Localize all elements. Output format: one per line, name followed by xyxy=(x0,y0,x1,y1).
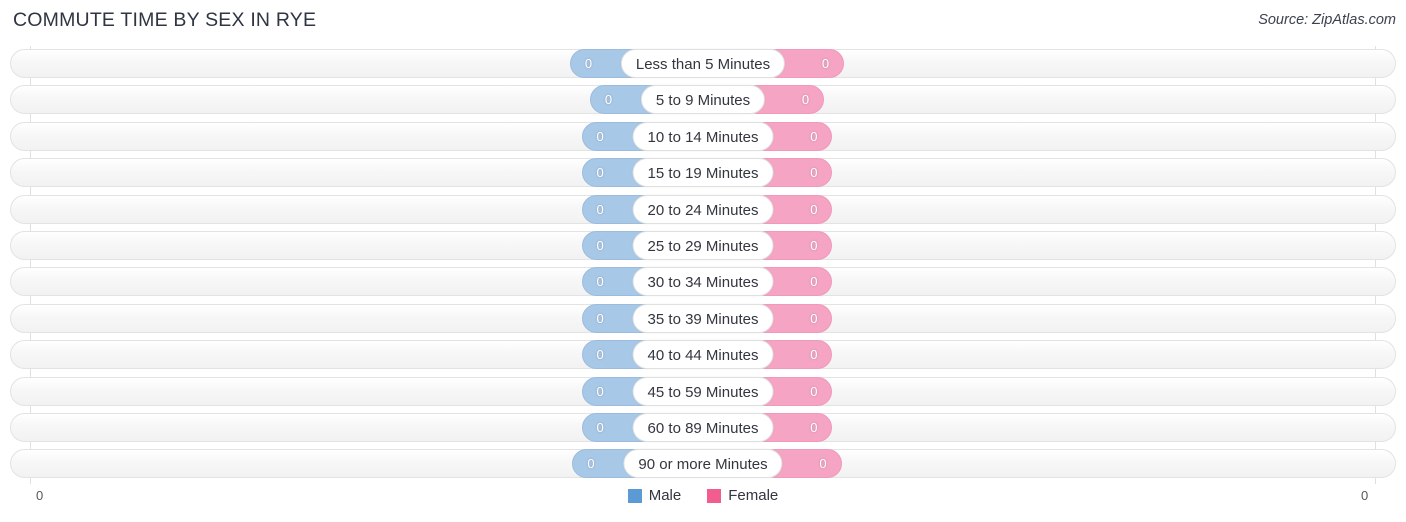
legend-swatch-female-icon xyxy=(707,488,722,503)
bar-row: 25 to 29 Minutes 0 0 xyxy=(0,228,1406,264)
row-content: 25 to 29 Minutes 0 0 xyxy=(0,230,1406,260)
row-content: Less than 5 Minutes 0 0 xyxy=(0,49,1406,78)
row-content: 15 to 19 Minutes 0 0 xyxy=(0,158,1406,188)
chart-footer: 0 0 Male Female xyxy=(0,484,1406,522)
row-label: 20 to 24 Minutes xyxy=(632,194,774,224)
bar-row: 15 to 19 Minutes 0 0 xyxy=(0,155,1406,191)
row-content: 45 to 59 Minutes 0 0 xyxy=(0,376,1406,406)
bar-value-male: 0 xyxy=(596,419,604,435)
chart-legend: Male Female xyxy=(0,487,1406,504)
bar-value-female: 0 xyxy=(819,456,827,472)
bar-rows-container: Less than 5 Minutes 0 0 5 to 9 Minutes 0 0 10 … xyxy=(0,46,1406,483)
row-label: 35 to 39 Minutes xyxy=(632,303,774,333)
legend-label-female: Female xyxy=(728,487,779,504)
row-label: 45 to 59 Minutes xyxy=(632,376,774,406)
page-title: COMMUTE TIME BY SEX IN RYE xyxy=(13,9,317,31)
bar-value-male: 0 xyxy=(596,347,604,363)
bar-value-female: 0 xyxy=(801,92,810,108)
bar-value-male: 0 xyxy=(584,56,593,71)
row-label: Less than 5 Minutes xyxy=(620,49,786,78)
bar-value-male: 0 xyxy=(596,165,604,181)
bar-row: 40 to 44 Minutes 0 0 xyxy=(0,337,1406,373)
row-content: 30 to 34 Minutes 0 0 xyxy=(0,267,1406,297)
row-content: 5 to 9 Minutes 0 0 xyxy=(0,85,1406,115)
bar-value-female: 0 xyxy=(821,56,830,71)
row-label: 40 to 44 Minutes xyxy=(632,340,774,370)
bar-value-female: 0 xyxy=(810,237,818,253)
legend-item-male[interactable]: Male xyxy=(627,487,682,504)
bar-row: Less than 5 Minutes 0 0 xyxy=(0,46,1406,82)
row-content: 10 to 14 Minutes 0 0 xyxy=(0,121,1406,151)
bar-value-female: 0 xyxy=(810,165,818,181)
bar-value-female: 0 xyxy=(810,383,818,399)
bar-row: 35 to 39 Minutes 0 0 xyxy=(0,301,1406,337)
bar-row: 20 to 24 Minutes 0 0 xyxy=(0,192,1406,228)
row-label: 10 to 14 Minutes xyxy=(632,121,774,151)
row-content: 40 to 44 Minutes 0 0 xyxy=(0,340,1406,370)
row-content: 90 or more Minutes 0 0 xyxy=(0,449,1406,479)
legend-item-female[interactable]: Female xyxy=(707,487,778,504)
bar-value-female: 0 xyxy=(810,274,818,290)
bar-value-female: 0 xyxy=(810,419,818,435)
legend-swatch-male-icon xyxy=(627,488,642,503)
chart-plot-area: Less than 5 Minutes 0 0 5 to 9 Minutes 0 0 10 … xyxy=(0,46,1406,486)
bar-value-male: 0 xyxy=(596,201,604,217)
legend-label-male: Male xyxy=(648,487,682,504)
row-label: 5 to 9 Minutes xyxy=(640,85,766,115)
row-content: 20 to 24 Minutes 0 0 xyxy=(0,194,1406,224)
bar-value-male: 0 xyxy=(596,128,604,144)
row-label: 30 to 34 Minutes xyxy=(632,267,774,297)
bar-value-female: 0 xyxy=(810,310,818,326)
bar-row: 5 to 9 Minutes 0 0 xyxy=(0,82,1406,118)
row-label: 60 to 89 Minutes xyxy=(632,412,774,442)
bar-value-male: 0 xyxy=(596,274,604,290)
bar-value-male: 0 xyxy=(596,383,604,399)
row-label: 25 to 29 Minutes xyxy=(632,230,774,260)
row-content: 35 to 39 Minutes 0 0 xyxy=(0,303,1406,333)
bar-value-female: 0 xyxy=(810,128,818,144)
bar-value-female: 0 xyxy=(810,201,818,217)
bar-row: 45 to 59 Minutes 0 0 xyxy=(0,374,1406,410)
bar-row: 60 to 89 Minutes 0 0 xyxy=(0,410,1406,446)
bar-row: 30 to 34 Minutes 0 0 xyxy=(0,264,1406,300)
row-label: 15 to 19 Minutes xyxy=(632,158,774,188)
bar-value-male: 0 xyxy=(604,92,613,108)
row-content: 60 to 89 Minutes 0 0 xyxy=(0,412,1406,442)
bar-value-male: 0 xyxy=(596,237,604,253)
bar-value-male: 0 xyxy=(596,310,604,326)
source-label: Source: ZipAtlas.com xyxy=(1258,12,1396,28)
bar-row: 90 or more Minutes 0 0 xyxy=(0,446,1406,482)
bar-row: 10 to 14 Minutes 0 0 xyxy=(0,119,1406,155)
bar-value-female: 0 xyxy=(810,347,818,363)
bar-value-male: 0 xyxy=(587,456,595,472)
chart-header: COMMUTE TIME BY SEX IN RYE Source: ZipAt… xyxy=(0,0,1406,42)
row-label: 90 or more Minutes xyxy=(623,449,783,479)
